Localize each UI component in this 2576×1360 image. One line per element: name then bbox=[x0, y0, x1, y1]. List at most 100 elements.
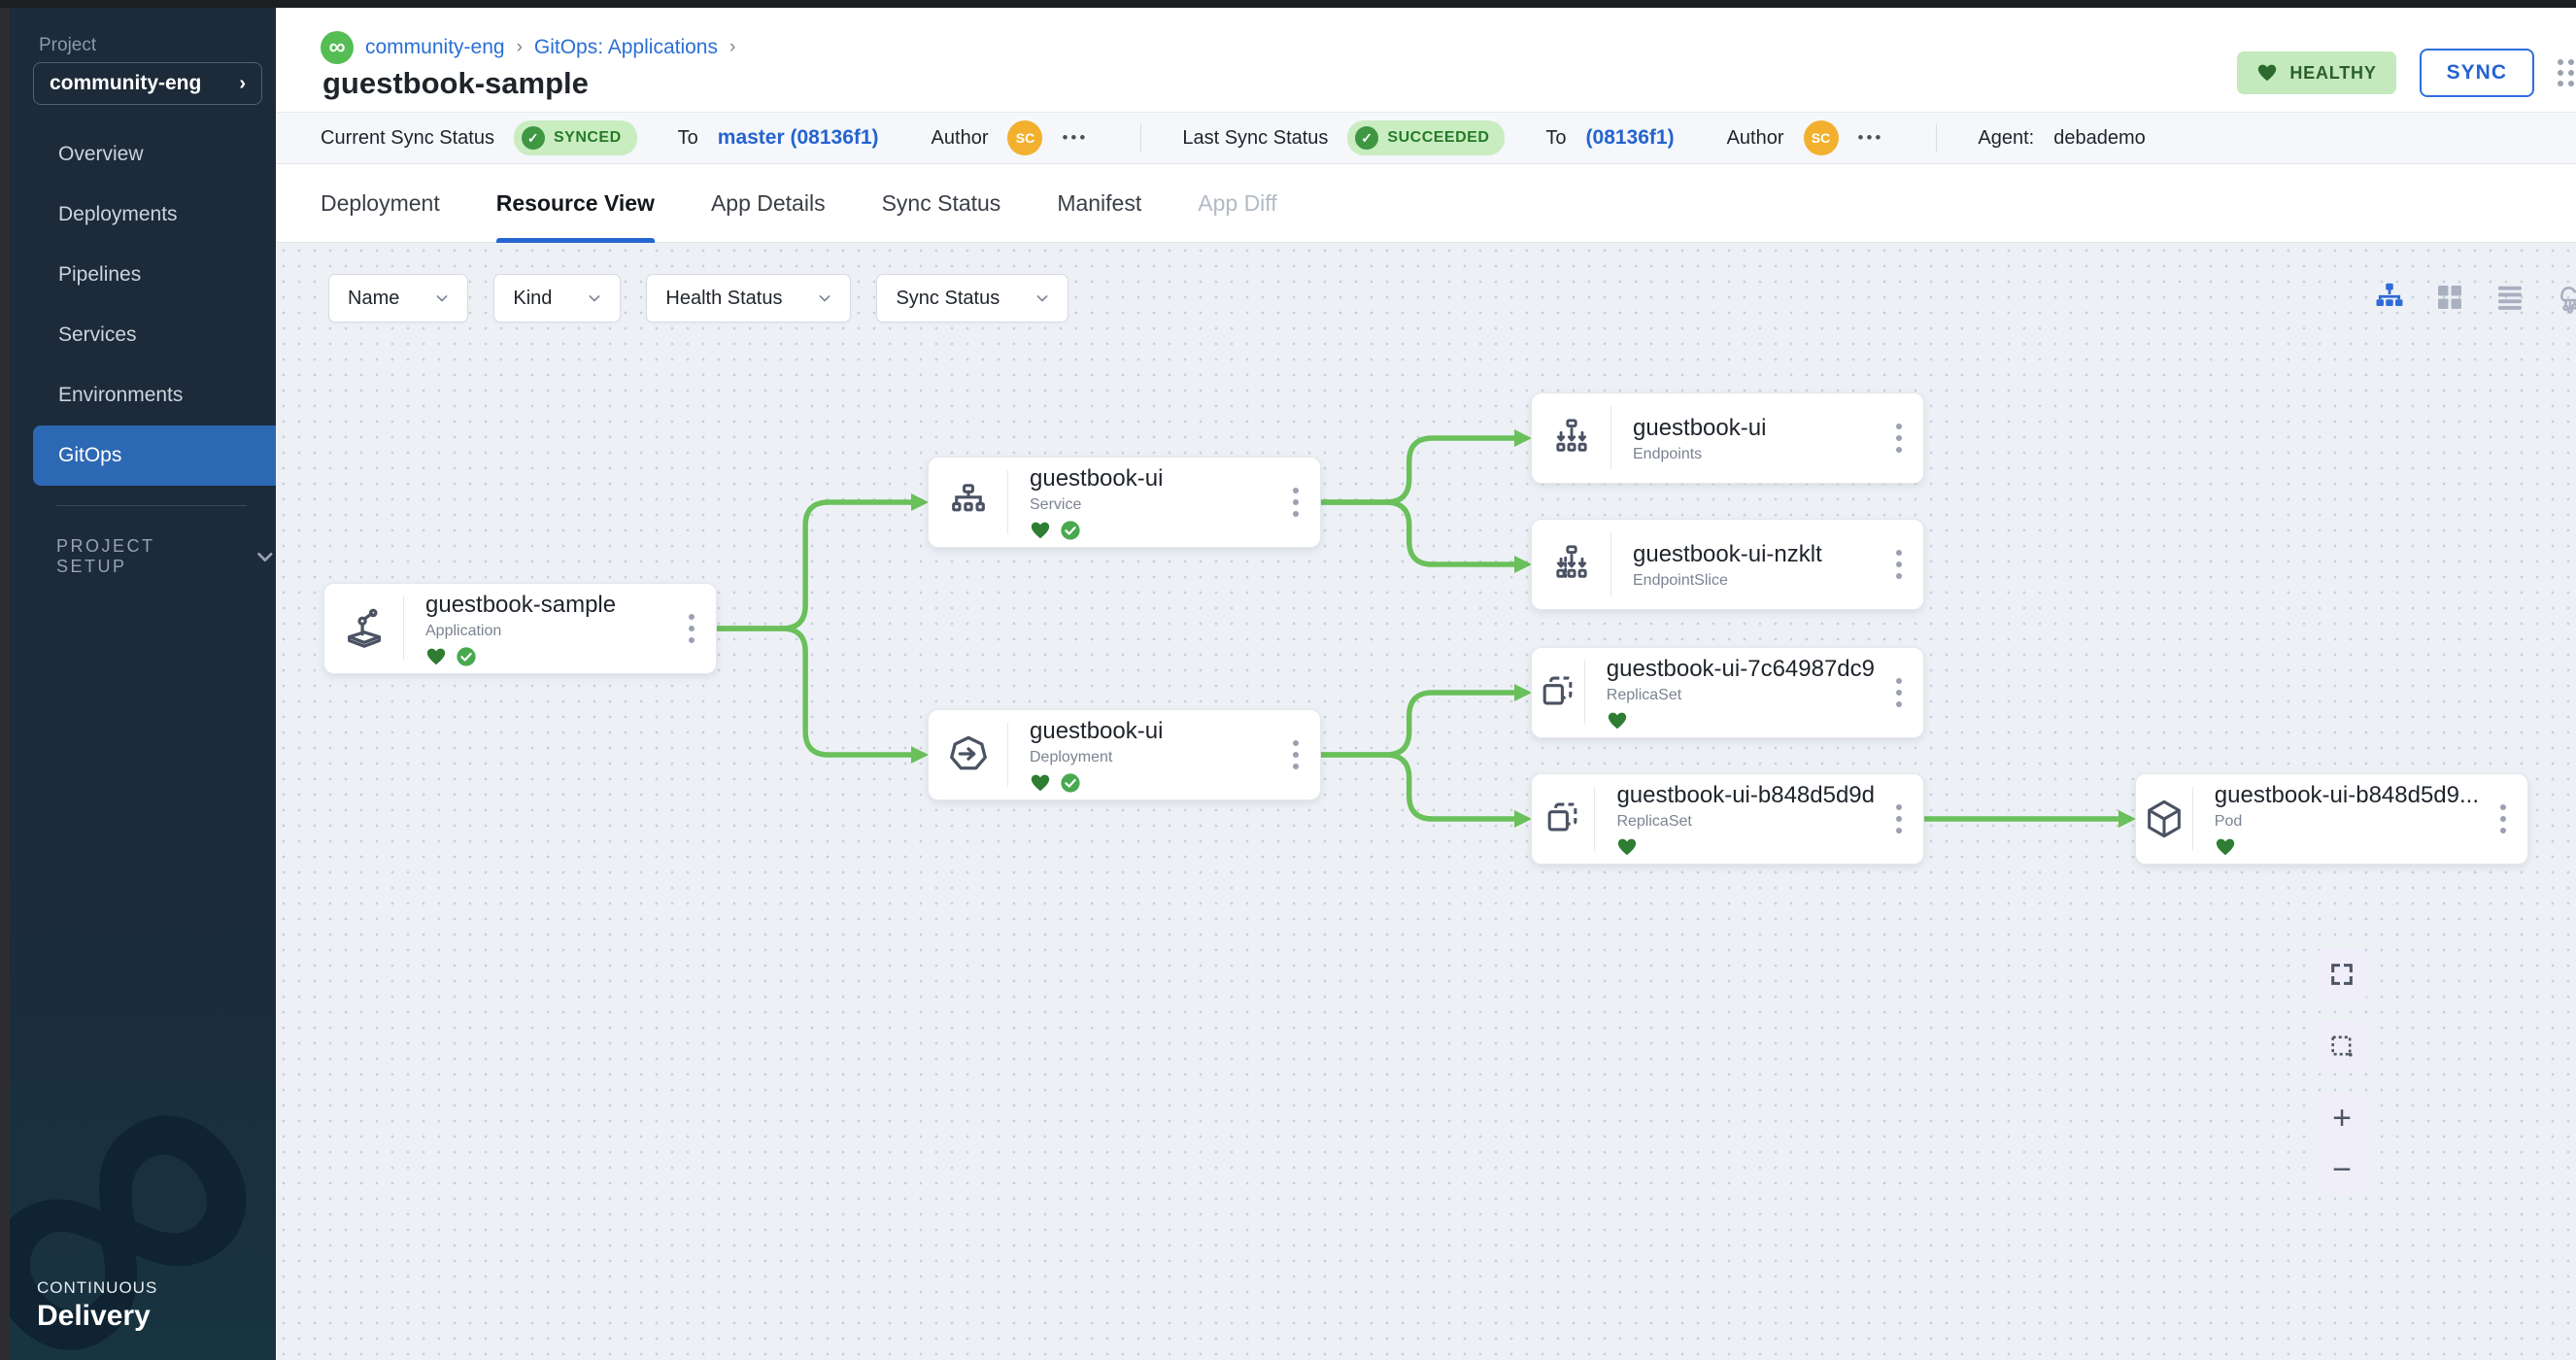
node-more-options-icon[interactable] bbox=[1890, 799, 1908, 839]
resource-name: guestbook-ui-7c64987dc9 bbox=[1607, 655, 1875, 684]
filter-kind[interactable]: Kind bbox=[493, 274, 621, 323]
more-options-icon[interactable] bbox=[2558, 59, 2574, 86]
heart-icon bbox=[1030, 772, 1051, 794]
health-badge-label: HEALTHY bbox=[2289, 63, 2376, 84]
more-options-icon[interactable]: ••• bbox=[1062, 128, 1088, 148]
resource-status-icons bbox=[1616, 836, 1875, 858]
sidebar-item-services[interactable]: Services bbox=[10, 305, 276, 365]
resource-kind: EndpointSlice bbox=[1633, 572, 1875, 590]
breadcrumb-project-link[interactable]: community-eng bbox=[365, 36, 505, 59]
zoom-in-icon[interactable]: + bbox=[2332, 1102, 2352, 1135]
sidebar-item-pipelines[interactable]: Pipelines bbox=[10, 245, 276, 305]
breadcrumb-separator: › bbox=[517, 37, 523, 58]
resource-node-replicaset-guestbook-ui-7c64987dc9[interactable]: guestbook-ui-7c64987dc9 ReplicaSet bbox=[1531, 647, 1924, 738]
sync-button[interactable]: SYNC bbox=[2420, 49, 2534, 97]
more-options-icon[interactable]: ••• bbox=[1858, 128, 1884, 148]
tab-bar: Deployment Resource View App Details Sync S… bbox=[276, 164, 2576, 243]
project-setup-toggle[interactable]: PROJECT SETUP bbox=[56, 536, 276, 577]
heart-icon bbox=[425, 646, 447, 667]
divider bbox=[1140, 123, 1141, 153]
resource-graph-canvas[interactable]: Name Kind Health Status Sync Status guestbo… bbox=[276, 243, 2576, 1360]
divider bbox=[1936, 123, 1937, 153]
view-toggle-group bbox=[2370, 278, 2576, 317]
resource-kind: Pod bbox=[2215, 813, 2479, 831]
current-author-label: Author bbox=[932, 127, 989, 150]
sidebar-divider bbox=[56, 505, 247, 506]
resource-kind: Service bbox=[1030, 496, 1271, 514]
node-more-options-icon[interactable] bbox=[683, 608, 700, 649]
endpoints-icon bbox=[1532, 406, 1611, 470]
replicaset-icon bbox=[1532, 787, 1595, 851]
zoom-out-icon[interactable]: − bbox=[2332, 1153, 2352, 1186]
header-actions: HEALTHY SYNC bbox=[2237, 49, 2560, 97]
fullscreen-icon[interactable] bbox=[2316, 948, 2368, 1001]
marquee-select-icon[interactable] bbox=[2316, 1020, 2368, 1072]
sync-status-bar: Current Sync Status ✓ SYNCED To master (… bbox=[276, 112, 2576, 164]
check-circle-icon bbox=[1060, 520, 1081, 541]
resource-node-endpoints-guestbook-ui[interactable]: guestbook-ui Endpoints bbox=[1531, 392, 1924, 484]
tab-manifest[interactable]: Manifest bbox=[1057, 164, 1141, 243]
node-more-options-icon[interactable] bbox=[1287, 734, 1305, 775]
node-more-options-icon[interactable] bbox=[1890, 544, 1908, 585]
resource-node-service-guestbook-ui[interactable]: guestbook-ui Service bbox=[928, 457, 1321, 548]
heart-icon bbox=[1607, 710, 1628, 731]
breadcrumb-applications-link[interactable]: GitOps: Applications bbox=[534, 36, 718, 59]
agent-label: Agent: bbox=[1978, 127, 2034, 150]
heart-icon bbox=[1030, 772, 1051, 794]
sidebar-item-overview[interactable]: Overview bbox=[10, 124, 276, 185]
resource-node-deployment-guestbook-ui[interactable]: guestbook-ui Deployment bbox=[928, 709, 1321, 800]
resource-node-application-guestbook-sample[interactable]: guestbook-sample Application bbox=[323, 583, 717, 674]
grid-view-icon[interactable] bbox=[2430, 278, 2469, 317]
resource-status-icons bbox=[425, 646, 667, 667]
window-left-edge bbox=[0, 8, 10, 1360]
resource-node-pod-guestbook-ui-b848d5d9[interactable]: guestbook-ui-b848d5d9... Pod bbox=[2135, 773, 2528, 865]
node-more-options-icon[interactable] bbox=[1890, 418, 1908, 459]
resource-kind: ReplicaSet bbox=[1616, 813, 1875, 831]
resource-name: guestbook-ui-nzklt bbox=[1633, 540, 1875, 569]
replicaset-icon bbox=[1532, 661, 1585, 725]
node-more-options-icon[interactable] bbox=[2494, 799, 2512, 839]
gitops-resource-view-page: ∞ Project community-eng › OverviewDeploy… bbox=[0, 0, 2576, 1360]
gitops-infinity-icon: ∞ bbox=[321, 31, 354, 64]
filter-health-status[interactable]: Health Status bbox=[646, 274, 851, 323]
chevron-down-icon bbox=[585, 289, 604, 308]
tree-view-icon[interactable] bbox=[2370, 278, 2409, 317]
module-logo-line2: Delivery bbox=[37, 1300, 157, 1333]
project-selector[interactable]: community-eng › bbox=[33, 62, 262, 105]
sidebar: ∞ Project community-eng › OverviewDeploy… bbox=[10, 8, 276, 1360]
author-avatar[interactable]: SC bbox=[1804, 120, 1839, 155]
check-circle-icon bbox=[456, 646, 477, 667]
last-revision-link[interactable]: (08136f1) bbox=[1586, 126, 1675, 150]
resource-name: guestbook-sample bbox=[425, 591, 667, 620]
succeeded-badge: ✓ SUCCEEDED bbox=[1347, 120, 1505, 155]
sidebar-item-gitops[interactable]: GitOps bbox=[33, 425, 276, 486]
node-more-options-icon[interactable] bbox=[1890, 672, 1908, 713]
resource-node-replicaset-guestbook-ui-b848d5d9d[interactable]: guestbook-ui-b848d5d9d ReplicaSet bbox=[1531, 773, 1924, 865]
sidebar-item-deployments[interactable]: Deployments bbox=[10, 185, 276, 245]
sidebar-item-environments[interactable]: Environments bbox=[10, 365, 276, 425]
health-status-badge: HEALTHY bbox=[2237, 51, 2395, 94]
chevron-down-icon bbox=[432, 289, 452, 308]
network-view-icon[interactable] bbox=[2551, 278, 2576, 317]
deployment-icon bbox=[929, 723, 1008, 787]
agent-value: debademo bbox=[2053, 127, 2146, 150]
tab-sync-status[interactable]: Sync Status bbox=[882, 164, 1001, 243]
tab-deployment[interactable]: Deployment bbox=[321, 164, 440, 243]
filter-name[interactable]: Name bbox=[328, 274, 468, 323]
check-circle-icon bbox=[1060, 772, 1081, 794]
heart-icon bbox=[425, 646, 447, 667]
list-view-icon[interactable] bbox=[2491, 278, 2529, 317]
resource-node-endpointslice-guestbook-ui-nzklt[interactable]: guestbook-ui-nzklt EndpointSlice bbox=[1531, 519, 1924, 610]
filter-bar: Name Kind Health Status Sync Status bbox=[328, 274, 1068, 323]
current-revision-link[interactable]: master (08136f1) bbox=[718, 126, 879, 150]
tab-resource-view[interactable]: Resource View bbox=[496, 164, 655, 243]
resource-name: guestbook-ui bbox=[1633, 414, 1875, 443]
check-circle-icon bbox=[1060, 520, 1081, 541]
filter-sync-status[interactable]: Sync Status bbox=[876, 274, 1068, 323]
tab-app-details[interactable]: App Details bbox=[711, 164, 826, 243]
resource-kind: Deployment bbox=[1030, 749, 1271, 766]
node-more-options-icon[interactable] bbox=[1287, 482, 1305, 523]
page-title: guestbook-sample bbox=[322, 66, 589, 101]
author-avatar[interactable]: SC bbox=[1007, 120, 1042, 155]
check-circle-icon: ✓ bbox=[522, 126, 545, 150]
